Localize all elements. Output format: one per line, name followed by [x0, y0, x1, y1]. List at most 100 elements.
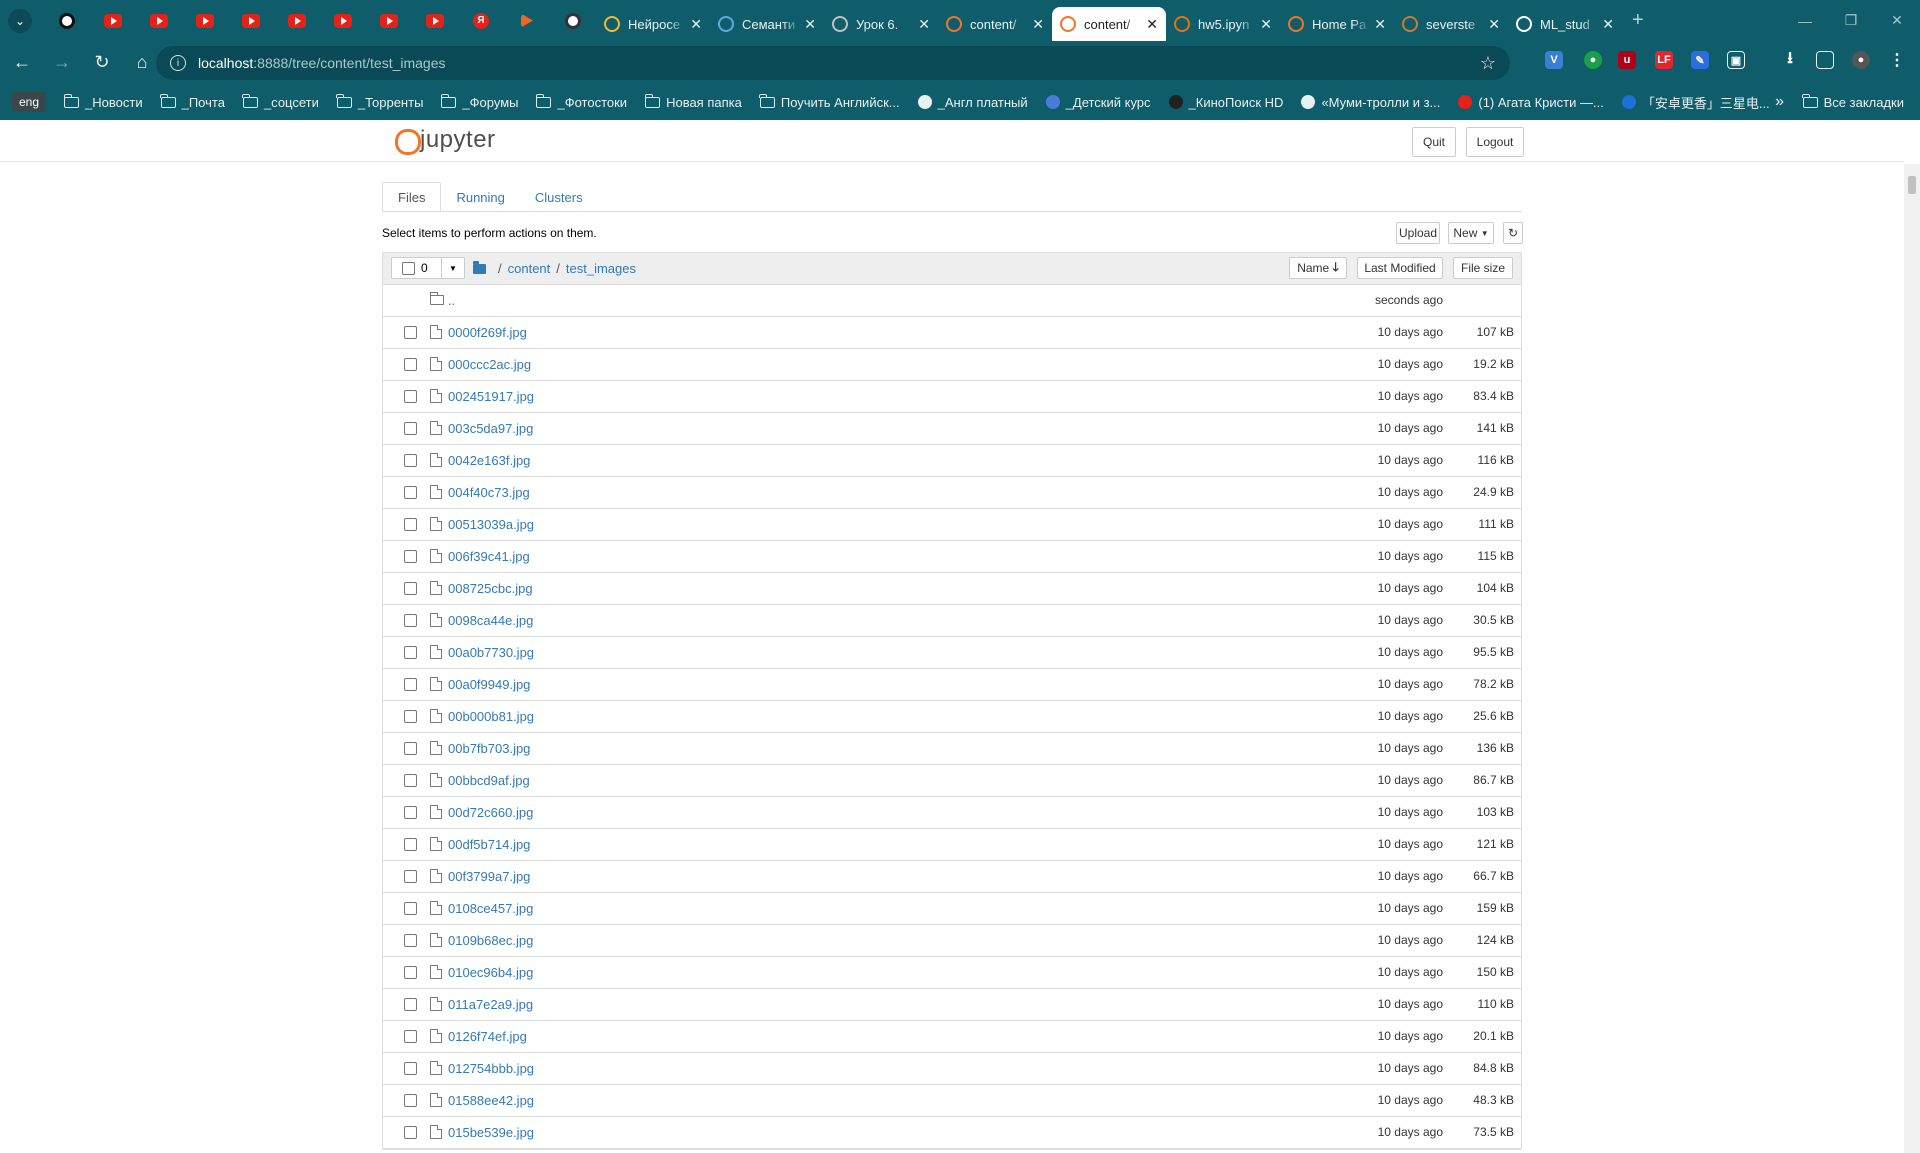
sort-by-modified-button[interactable]: Last Modified	[1357, 257, 1443, 279]
file-name-link[interactable]: 012754bbb.jpg	[448, 1061, 534, 1076]
file-row[interactable]: 000ccc2ac.jpg 10 days ago 19.2 kB	[383, 349, 1521, 381]
bookmark-item[interactable]: _Англ платный	[917, 95, 1028, 110]
file-name-link[interactable]: 008725cbc.jpg	[448, 581, 533, 596]
file-row[interactable]: 00b000b81.jpg 10 days ago 25.6 kB	[383, 701, 1521, 733]
file-checkbox[interactable]	[404, 454, 417, 467]
file-checkbox[interactable]	[404, 966, 417, 979]
browser-tab[interactable]: Нейросе ✕	[596, 7, 710, 41]
file-name-link[interactable]: 011a7e2a9.jpg	[448, 997, 533, 1012]
file-row[interactable]: 008725cbc.jpg 10 days ago 104 kB	[383, 573, 1521, 605]
file-checkbox[interactable]	[404, 550, 417, 563]
jupyter-logo[interactable]: jupyter	[394, 126, 496, 155]
browser-tab[interactable]: severste ✕	[1394, 7, 1508, 41]
select-all-checkbox[interactable]	[402, 261, 415, 275]
scrollbar-thumb[interactable]	[1908, 176, 1916, 194]
upload-button[interactable]: Upload	[1396, 222, 1440, 244]
forward-button[interactable]: →	[44, 45, 80, 81]
file-checkbox[interactable]	[404, 358, 417, 371]
browser-tab[interactable]: content/ ✕	[938, 7, 1052, 41]
file-row[interactable]: 012754bbb.jpg 10 days ago 84.8 kB	[383, 1053, 1521, 1085]
file-name-link[interactable]: 00f3799a7.jpg	[448, 869, 530, 884]
file-checkbox[interactable]	[404, 518, 417, 531]
file-name-link[interactable]: 00513039a.jpg	[448, 517, 534, 532]
browser-tab[interactable]: ML_stud ✕	[1508, 7, 1622, 41]
maximize-button[interactable]: ❐	[1828, 0, 1874, 41]
file-checkbox[interactable]	[404, 774, 417, 787]
new-dropdown-button[interactable]: New ▼	[1448, 222, 1494, 244]
logout-button[interactable]: Logout	[1466, 127, 1524, 157]
file-checkbox[interactable]	[404, 742, 417, 755]
file-name-link[interactable]: 0109b68ec.jpg	[448, 933, 533, 948]
file-row[interactable]: 004f40c73.jpg 10 days ago 24.9 kB	[383, 477, 1521, 509]
file-name-link[interactable]: 00a0b7730.jpg	[448, 645, 534, 660]
pinned-tab-youtube-8[interactable]	[412, 5, 458, 37]
file-row[interactable]: 00df5b714.jpg 10 days ago 121 kB	[383, 829, 1521, 861]
language-badge[interactable]: eng	[12, 92, 47, 112]
all-bookmarks-button[interactable]: Все закладки	[1802, 93, 1904, 110]
file-checkbox[interactable]	[404, 582, 417, 595]
bookmark-item[interactable]: _Торренты	[336, 93, 423, 110]
bookmark-item[interactable]: «Муми-тролли и з...	[1301, 95, 1440, 110]
file-row[interactable]: 00a0b7730.jpg 10 days ago 95.5 kB	[383, 637, 1521, 669]
close-tab-icon[interactable]: ✕	[1260, 16, 1272, 33]
file-row[interactable]: 0098ca44e.jpg 10 days ago 30.5 kB	[383, 605, 1521, 637]
file-name-link[interactable]: 003c5da97.jpg	[448, 421, 533, 436]
bookmark-item[interactable]: Поучить Английск...	[759, 93, 900, 110]
pinned-tab-youtube-3[interactable]	[182, 5, 228, 37]
downloads-icon[interactable]: ⭳	[1781, 50, 1799, 69]
extensions-puzzle-icon[interactable]: ▣	[1727, 51, 1745, 69]
file-checkbox[interactable]	[404, 486, 417, 499]
pinned-tab-openai[interactable]	[550, 5, 596, 37]
pinned-tab-youtube-2[interactable]	[136, 5, 182, 37]
browser-tab[interactable]: Home Pa ✕	[1280, 7, 1394, 41]
file-row[interactable]: 0108ce457.jpg 10 days ago 159 kB	[383, 893, 1521, 925]
bookmarks-overflow-icon[interactable]: »	[1775, 93, 1784, 111]
file-name-link[interactable]: 006f39c41.jpg	[448, 549, 530, 564]
file-name-link[interactable]: 004f40c73.jpg	[448, 485, 530, 500]
file-row[interactable]: 0109b68ec.jpg 10 days ago 124 kB	[383, 925, 1521, 957]
file-name-link[interactable]: 0126f74ef.jpg	[448, 1029, 527, 1044]
file-name-link[interactable]: 015be539e.jpg	[448, 1125, 534, 1140]
close-tab-icon[interactable]: ✕	[1602, 16, 1614, 33]
bookmark-item[interactable]: _соцсети	[242, 93, 319, 110]
sort-by-size-button[interactable]: File size	[1453, 257, 1513, 279]
breadcrumb-content[interactable]: content	[508, 261, 551, 276]
file-checkbox[interactable]	[404, 934, 417, 947]
new-tab-button[interactable]: +	[1632, 9, 1644, 32]
bookmark-item[interactable]: _Детский курс	[1045, 95, 1151, 110]
refresh-button[interactable]: ↻	[1503, 222, 1523, 244]
file-checkbox[interactable]	[404, 870, 417, 883]
file-name-link[interactable]: 00df5b714.jpg	[448, 837, 530, 852]
extension-pen-icon[interactable]: ✎	[1691, 51, 1709, 69]
pinned-tab-youtube-7[interactable]	[366, 5, 412, 37]
extension-shield-icon[interactable]: ●	[1584, 51, 1602, 69]
close-tab-icon[interactable]: ✕	[918, 16, 930, 33]
extension-ublock-icon[interactable]: u	[1618, 51, 1636, 69]
file-row[interactable]: 01588ee42.jpg 10 days ago 48.3 kB	[383, 1085, 1521, 1117]
file-name-link[interactable]: 00bbcd9af.jpg	[448, 773, 530, 788]
close-tab-icon[interactable]: ✕	[804, 16, 816, 33]
select-menu-button[interactable]: ▼	[441, 257, 465, 279]
file-checkbox[interactable]	[404, 390, 417, 403]
file-row[interactable]: 003c5da97.jpg 10 days ago 141 kB	[383, 413, 1521, 445]
bookmark-item[interactable]: (1) Агата Кристи —...	[1458, 95, 1604, 110]
file-row[interactable]: 00d72c660.jpg 10 days ago 103 kB	[383, 797, 1521, 829]
bookmark-item[interactable]: _Фотостоки	[535, 93, 627, 110]
reload-button[interactable]: ↻	[84, 45, 120, 81]
close-window-button[interactable]: ✕	[1874, 0, 1920, 41]
file-checkbox[interactable]	[404, 1062, 417, 1075]
browser-tab[interactable]: Урок 6. ✕	[824, 7, 938, 41]
page-scrollbar[interactable]	[1904, 164, 1920, 1153]
parent-directory-row[interactable]: .. seconds ago	[383, 285, 1521, 317]
close-tab-icon[interactable]: ✕	[1374, 16, 1386, 33]
file-checkbox[interactable]	[404, 806, 417, 819]
close-tab-icon[interactable]: ✕	[1488, 16, 1500, 33]
pinned-tab-youtube-5[interactable]	[274, 5, 320, 37]
file-checkbox[interactable]	[404, 838, 417, 851]
pinned-tab-youtube-6[interactable]	[320, 5, 366, 37]
close-tab-icon[interactable]: ✕	[1146, 16, 1158, 33]
bookmark-item[interactable]: _Почта	[160, 93, 225, 110]
parent-directory-link[interactable]: ..	[448, 293, 455, 308]
bookmark-item[interactable]: Новая папка	[644, 93, 742, 110]
back-button[interactable]: ←	[4, 45, 40, 81]
